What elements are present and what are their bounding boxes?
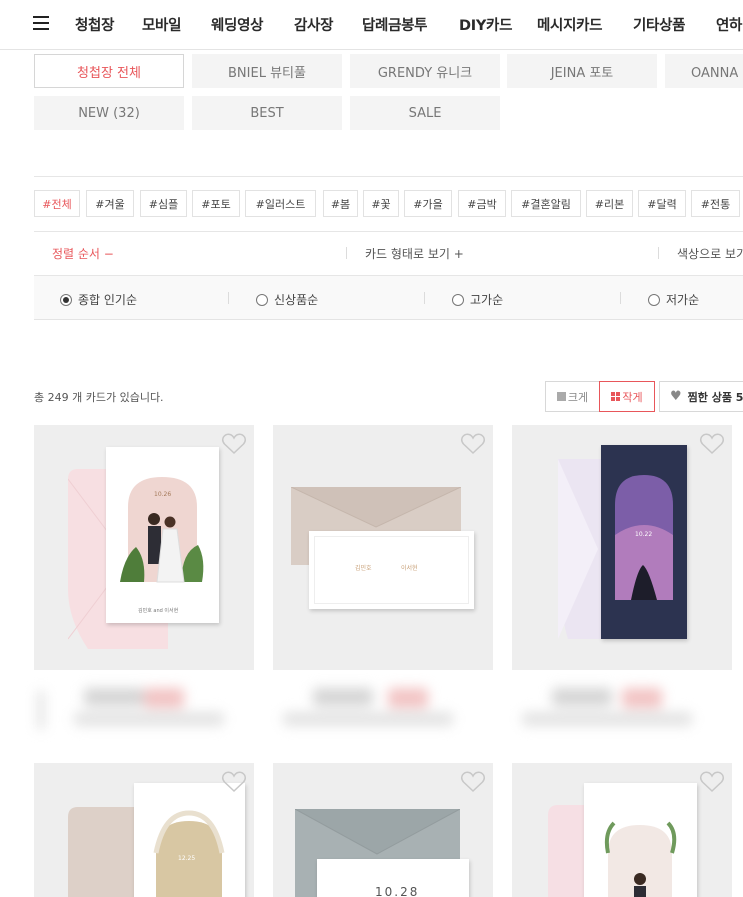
invitation-card-image: 10.28	[317, 859, 469, 897]
separator	[228, 292, 229, 304]
sort-low-price[interactable]: 저가순	[648, 291, 699, 308]
color-filter-toggle[interactable]: 색상으로 보기	[677, 245, 743, 262]
product-card[interactable]: 10.22	[512, 425, 732, 670]
liked-label: 찜한 상품 5	[687, 390, 743, 404]
nav-item-thanks[interactable]: 감사장	[294, 14, 333, 35]
category-new[interactable]: NEW (32)	[34, 96, 184, 130]
view-large-label: 크게	[567, 390, 589, 404]
heart-icon[interactable]	[699, 770, 725, 794]
separator	[346, 247, 347, 259]
radio-icon	[452, 293, 464, 306]
tag-gold-foil[interactable]: #금박	[458, 190, 506, 217]
sort-popular[interactable]: 종합 인기순	[60, 291, 137, 308]
large-view-icon	[556, 392, 566, 401]
invitation-card-image: 10.22	[601, 445, 687, 639]
category-best[interactable]: BEST	[192, 96, 342, 130]
tag-illust[interactable]: #일러스트	[245, 190, 316, 217]
tag-winter[interactable]: #겨울	[86, 190, 134, 217]
nav-item-return-envelope[interactable]: 답례금봉투	[362, 14, 428, 35]
sort-label: 고가순	[470, 293, 504, 307]
grid-view-icon	[611, 392, 621, 401]
tag-calendar[interactable]: #달력	[638, 190, 686, 217]
tag-ribbon[interactable]: #리본	[586, 190, 633, 217]
heart-icon: ♥	[670, 389, 682, 404]
invitation-card-image: 김민호 이서현	[309, 531, 474, 609]
radio-icon	[648, 293, 660, 306]
invitation-card-image	[584, 783, 697, 897]
tag-flower[interactable]: #꽃	[363, 190, 399, 217]
product-count: 총 249 개 카드가 있습니다.	[34, 391, 164, 404]
nav-item-new-year[interactable]: 연하	[716, 14, 742, 35]
top-nav: 청첩장 모바일 웨딩영상 감사장 답례금봉투 DIY카드 메시지카드 기타상품 …	[0, 0, 743, 50]
sort-label: 저가순	[666, 293, 700, 307]
separator	[424, 292, 425, 304]
card-name-left: 김민호	[355, 565, 372, 572]
nav-item-diy-card[interactable]: DIY카드	[459, 14, 512, 35]
category-sale[interactable]: SALE	[350, 96, 500, 130]
nav-item-mobile[interactable]: 모바일	[142, 14, 181, 35]
product-info-blurred	[512, 680, 732, 740]
heart-icon[interactable]	[460, 432, 486, 456]
sort-newest[interactable]: 신상품순	[256, 291, 318, 308]
heart-icon[interactable]	[460, 770, 486, 794]
separator	[658, 247, 659, 259]
category-oanna[interactable]: OANNA 꾸	[665, 54, 743, 88]
card-date: 12.25	[178, 855, 196, 862]
view-small-label: 작게	[622, 390, 643, 404]
sort-order-toggle[interactable]: 정렬 순서 −	[52, 245, 114, 262]
nav-item-invitation[interactable]: 청첩장	[75, 14, 114, 35]
product-card[interactable]: 김민호 이서현	[273, 425, 493, 670]
divider	[34, 231, 743, 232]
card-date: 10.26	[154, 491, 172, 498]
card-name-right: 이서현	[401, 565, 418, 572]
sort-label: 신상품순	[274, 293, 319, 307]
heart-icon[interactable]	[221, 432, 247, 456]
category-grendy[interactable]: GRENDY 유니크	[350, 54, 500, 88]
card-date: 10.28	[375, 885, 420, 897]
tag-wedding-notice[interactable]: #결혼알림	[511, 190, 581, 217]
tag-all[interactable]: #전체	[34, 190, 80, 217]
radio-checked-icon	[60, 293, 72, 306]
category-jeina[interactable]: JEINA 포토	[507, 54, 657, 88]
liked-products-button[interactable]: ♥ 찜한 상품 5	[659, 381, 743, 412]
category-bniel[interactable]: BNIEL 뷰티풀	[192, 54, 342, 88]
card-date: 10.22	[635, 531, 653, 538]
view-large-button[interactable]: 크게	[545, 381, 600, 412]
nav-item-wedding-video[interactable]: 웨딩영상	[211, 14, 263, 35]
view-small-button[interactable]: 작게	[599, 381, 655, 412]
nav-item-message-card[interactable]: 메시지카드	[537, 14, 603, 35]
tag-photo[interactable]: #포토	[192, 190, 240, 217]
invitation-card-image: 12.25	[134, 783, 245, 897]
tag-spring[interactable]: #봄	[323, 190, 358, 217]
product-card[interactable]: 10.26 김민호 and 이서현	[34, 425, 254, 670]
tag-traditional[interactable]: #전통	[691, 190, 740, 217]
radio-icon	[256, 293, 268, 306]
product-info-blurred	[273, 680, 493, 740]
invitation-card-image: 10.26 김민호 and 이서현	[106, 447, 219, 623]
tag-simple[interactable]: #심플	[140, 190, 187, 217]
separator	[620, 292, 621, 304]
tag-autumn[interactable]: #가을	[404, 190, 452, 217]
product-card[interactable]: 10.28	[273, 763, 493, 897]
sort-options: 종합 인기순 신상품순 고가순 저가순	[34, 276, 743, 320]
menu-icon[interactable]	[33, 16, 49, 30]
heart-icon[interactable]	[699, 432, 725, 456]
product-card[interactable]: 12.25	[34, 763, 254, 897]
shape-filter-toggle[interactable]: 카드 형태로 보기 +	[365, 245, 464, 262]
sort-high-price[interactable]: 고가순	[452, 291, 503, 308]
sort-label: 종합 인기순	[78, 293, 138, 307]
product-card[interactable]	[512, 763, 732, 897]
product-info-blurred	[34, 680, 254, 740]
card-names: 김민호 and 이서현	[138, 608, 179, 614]
heart-icon[interactable]	[221, 770, 247, 794]
category-all[interactable]: 청첩장 전체	[34, 54, 184, 88]
nav-item-other[interactable]: 기타상품	[633, 14, 685, 35]
divider	[34, 176, 743, 177]
